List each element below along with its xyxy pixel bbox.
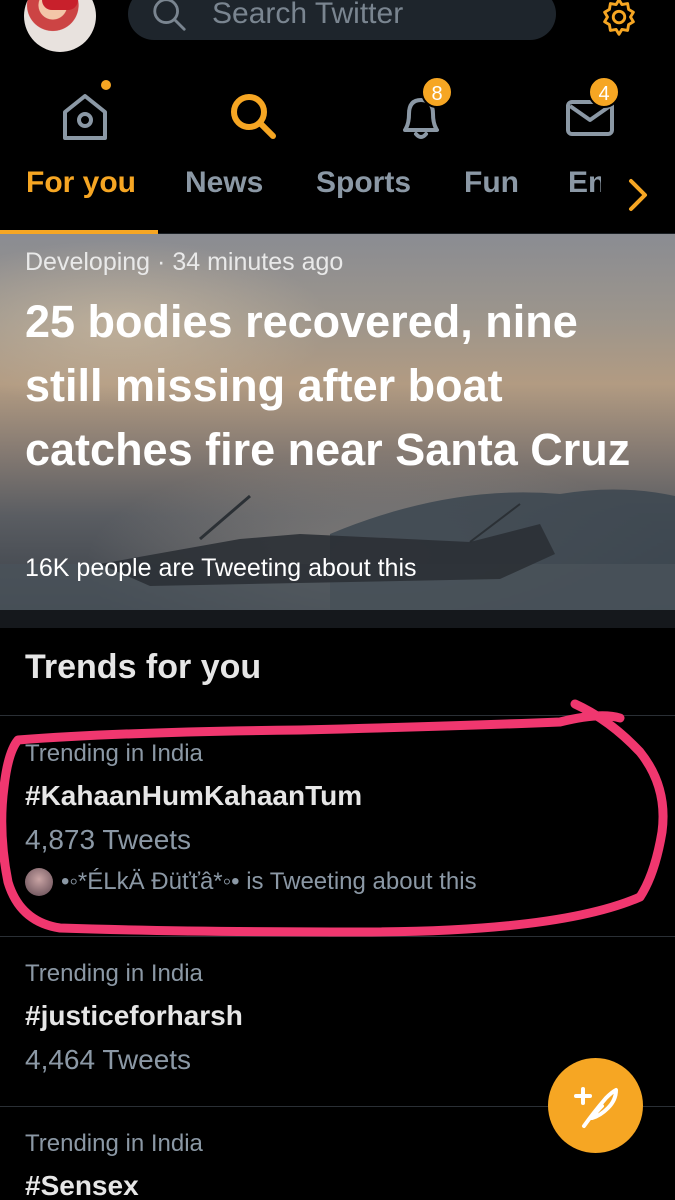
profile-avatar[interactable]: [24, 0, 96, 52]
messages-badge: 4: [588, 76, 620, 108]
notifications-badge: 8: [421, 76, 453, 108]
search-icon: [231, 94, 276, 139]
trend-context: Trending in India: [25, 1130, 203, 1157]
story-time: 34 minutes ago: [172, 248, 344, 276]
user-avatar: [25, 868, 53, 896]
story-headline[interactable]: 25 bodies recovered, nine still missing …: [25, 290, 645, 482]
divider: [0, 715, 675, 716]
main-nav: 8 4: [0, 70, 675, 170]
trend-item[interactable]: Trending in India #justiceforharsh 4,464…: [25, 960, 645, 1076]
trend-social-text: •◦*ÉLkÄ Ðüťťâ*◦• is Tweeting about this: [61, 868, 477, 895]
trend-context: Trending in India: [25, 740, 203, 767]
top-bar: Search Twitter: [0, 0, 675, 52]
trend-item[interactable]: Trending in India #KahaanHumKahaanTum 4,…: [25, 740, 645, 896]
featured-story[interactable]: Developing · 34 minutes ago 25 bodies re…: [0, 234, 675, 610]
divider: [0, 936, 675, 937]
story-social-context: 16K people are Tweeting about this: [25, 554, 417, 582]
trend-tweet-count: 4,873 Tweets: [25, 824, 192, 855]
meta-separator: ·: [157, 248, 173, 276]
trend-name: #KahaanHumKahaanTum: [25, 780, 363, 811]
nav-explore[interactable]: [221, 84, 285, 148]
nav-notifications[interactable]: 8: [389, 76, 453, 148]
settings-gear-icon[interactable]: [596, 0, 642, 40]
trend-context: Trending in India: [25, 960, 203, 987]
tab-sports[interactable]: Sports: [316, 166, 411, 200]
explore-tabs: For you News Sports Fun En: [0, 160, 675, 234]
trend-name: #Sensex: [25, 1170, 139, 1200]
nav-home[interactable]: [53, 80, 117, 148]
home-icon: [63, 94, 107, 140]
trend-item[interactable]: Trending in India #Sensex: [25, 1130, 645, 1200]
trends-header: Trends for you: [25, 648, 262, 686]
tab-fun[interactable]: Fun: [464, 166, 519, 200]
chevron-right-icon: [629, 179, 647, 211]
compose-tweet-button[interactable]: [548, 1058, 643, 1153]
search-icon: [153, 0, 186, 31]
search-bar[interactable]: Search Twitter: [128, 0, 556, 40]
compose-feather-icon: [573, 1086, 618, 1128]
home-unread-dot: [101, 80, 111, 90]
trend-name: #justiceforharsh: [25, 1000, 243, 1031]
tabs-scroll-right[interactable]: [601, 160, 675, 230]
nav-messages[interactable]: 4: [558, 76, 622, 148]
trend-tweet-count: 4,464 Tweets: [25, 1044, 192, 1075]
trend-social-context: •◦*ÉLkÄ Ðüťťâ*◦• is Tweeting about this: [25, 868, 645, 896]
tab-for-you[interactable]: For you: [26, 166, 136, 200]
story-category: Developing: [25, 248, 151, 276]
section-gap: [0, 610, 675, 628]
search-placeholder: Search Twitter: [212, 0, 404, 30]
tab-news[interactable]: News: [185, 166, 263, 200]
story-meta: Developing · 34 minutes ago: [25, 248, 343, 277]
